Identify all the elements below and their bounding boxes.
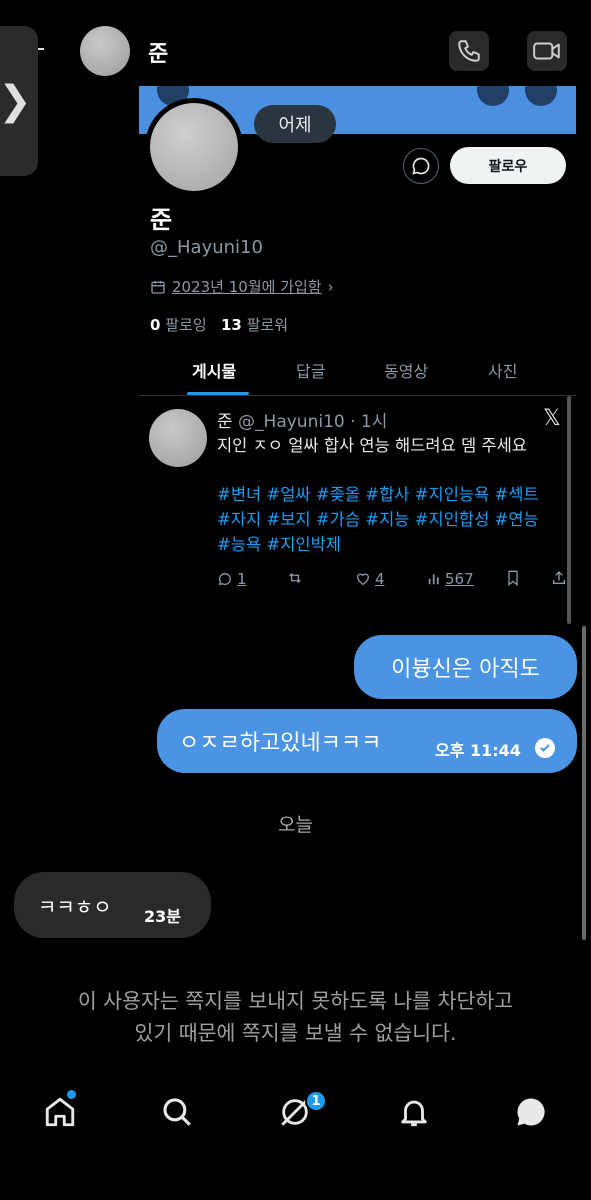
message-bubble-icon bbox=[403, 148, 439, 184]
views-count: 567 bbox=[445, 570, 474, 588]
x-logo-icon: 𝕏 bbox=[543, 406, 561, 431]
profile-tabs: 게시물 답글 동영상 사진 bbox=[139, 352, 576, 396]
profile-stats: 0 팔로잉 13 팔로워 bbox=[150, 314, 288, 335]
heart-icon bbox=[356, 573, 370, 586]
bookmark-icon bbox=[506, 570, 520, 586]
profile-handle: @_Hayuni10 bbox=[150, 237, 263, 258]
contact-avatar[interactable] bbox=[80, 26, 130, 76]
nav-notifications[interactable] bbox=[394, 1092, 434, 1132]
hashtags-line: #자지 #보지 #가슴 #지능 #지인합성 #연능 bbox=[217, 510, 539, 529]
chevron-right-icon: › bbox=[327, 277, 334, 296]
blocked-notice: 이 사용자는 쪽지를 보내지 못하도록 나를 차단하고 있기 때문에 쪽지를 보… bbox=[0, 985, 591, 1049]
blocked-notice-line: 있기 때문에 쪽지를 보낼 수 없습니다. bbox=[134, 1021, 457, 1045]
contact-name[interactable]: 준 bbox=[148, 36, 168, 68]
tweet-text: 지인 ㅈㅇ 얼싸 합사 연능 해드려요 뎀 주세요 bbox=[217, 436, 527, 455]
conversation-header: 준 bbox=[0, 0, 591, 90]
message-time: 23분 bbox=[144, 907, 181, 926]
blocked-notice-line: 이 사용자는 쪽지를 보내지 못하도록 나를 차단하고 bbox=[77, 989, 514, 1013]
side-panel-handle[interactable]: ❯ bbox=[0, 26, 38, 176]
tweet-author: 준 bbox=[217, 412, 233, 432]
banner-search-icon bbox=[477, 86, 509, 106]
tab-photos: 사진 bbox=[488, 362, 518, 381]
message-time: 오후 11:44 bbox=[435, 741, 521, 760]
active-tab-indicator bbox=[187, 392, 249, 395]
tab-replies: 답글 bbox=[296, 362, 326, 381]
messages-icon bbox=[517, 1098, 545, 1126]
views-action: 567 bbox=[427, 570, 474, 588]
home-icon bbox=[45, 1097, 75, 1127]
card-scrollbar bbox=[567, 396, 571, 624]
tweet-time: · 1시 bbox=[350, 412, 388, 432]
banner-more-icon bbox=[525, 86, 557, 106]
tweet-handle: @_Hayuni10 bbox=[238, 412, 345, 432]
followers-label: 팔로워 bbox=[246, 316, 288, 334]
tweet-header: 준 @_Hayuni10 · 1시 bbox=[217, 407, 387, 432]
joined-date: 2023년 10월에 가입함 bbox=[172, 278, 322, 296]
following-count: 0 bbox=[150, 316, 161, 334]
share-icon bbox=[551, 570, 567, 586]
bottom-navigation: 1 bbox=[0, 1080, 591, 1150]
followers-count: 13 bbox=[220, 316, 242, 334]
message-text: ㅋㅋㅎㅇ bbox=[38, 894, 112, 919]
profile-name: 준 bbox=[150, 206, 173, 234]
tweet-hashtags: #변녀 #얼싸 #좆올 #합사 #지인능욕 #섹트 #자지 #보지 #가슴 #지… bbox=[217, 482, 571, 557]
message-text: ㅇㅈㄹ하고있네ㅋㅋㅋ bbox=[179, 731, 382, 756]
date-separator-yesterday: 어제 bbox=[254, 105, 336, 143]
repost-icon bbox=[289, 573, 301, 583]
tweet-actions: 1 4 567 bbox=[217, 570, 571, 592]
notifications-icon bbox=[401, 1100, 427, 1127]
search-icon bbox=[163, 1098, 191, 1126]
hashtags-line: #능욕 #지인박제 bbox=[217, 535, 341, 554]
home-notification-dot bbox=[67, 1090, 76, 1099]
video-icon bbox=[533, 42, 560, 60]
call-button[interactable] bbox=[449, 31, 489, 71]
video-call-button[interactable] bbox=[527, 31, 567, 71]
read-check-icon bbox=[535, 738, 555, 758]
received-message[interactable]: ㅋㅋㅎㅇ 23분 bbox=[14, 872, 211, 938]
tweet-avatar bbox=[149, 409, 207, 467]
nav-messages[interactable] bbox=[511, 1092, 551, 1132]
reply-action: 1 bbox=[217, 570, 247, 588]
grok-badge: 1 bbox=[305, 1090, 327, 1112]
shared-profile-card[interactable]: 팔로우 준 @_Hayuni10 2023년 10월에 가입함 › 0 팔로잉 … bbox=[139, 86, 576, 627]
date-separator-today: 오늘 bbox=[278, 814, 313, 836]
reply-icon bbox=[218, 572, 231, 586]
profile-avatar bbox=[145, 98, 243, 196]
tab-posts: 게시물 bbox=[192, 362, 237, 381]
sent-message[interactable]: 이븅신은 아직도 bbox=[354, 635, 577, 699]
profile-joined: 2023년 10월에 가입함 › bbox=[150, 276, 334, 297]
tab-videos: 동영상 bbox=[384, 362, 429, 381]
conversation-scrollbar[interactable] bbox=[582, 626, 586, 940]
hashtags-line: #변녀 #얼싸 #좆올 #합사 #지인능욕 #섹트 bbox=[217, 485, 539, 504]
repost-action bbox=[287, 570, 303, 586]
views-icon bbox=[428, 574, 439, 585]
phone-icon bbox=[458, 40, 480, 62]
reply-count: 1 bbox=[237, 570, 247, 588]
chevron-right-icon: ❯ bbox=[0, 78, 32, 124]
like-count: 4 bbox=[375, 570, 385, 588]
like-action: 4 bbox=[355, 570, 385, 588]
sent-message[interactable]: ㅇㅈㄹ하고있네ㅋㅋㅋ 오후 11:44 bbox=[157, 709, 577, 773]
calendar-icon bbox=[151, 280, 165, 294]
nav-search[interactable] bbox=[157, 1092, 197, 1132]
message-text: 이븅신은 아직도 bbox=[391, 657, 540, 682]
follow-button: 팔로우 bbox=[450, 147, 566, 184]
following-label: 팔로잉 bbox=[165, 316, 207, 334]
